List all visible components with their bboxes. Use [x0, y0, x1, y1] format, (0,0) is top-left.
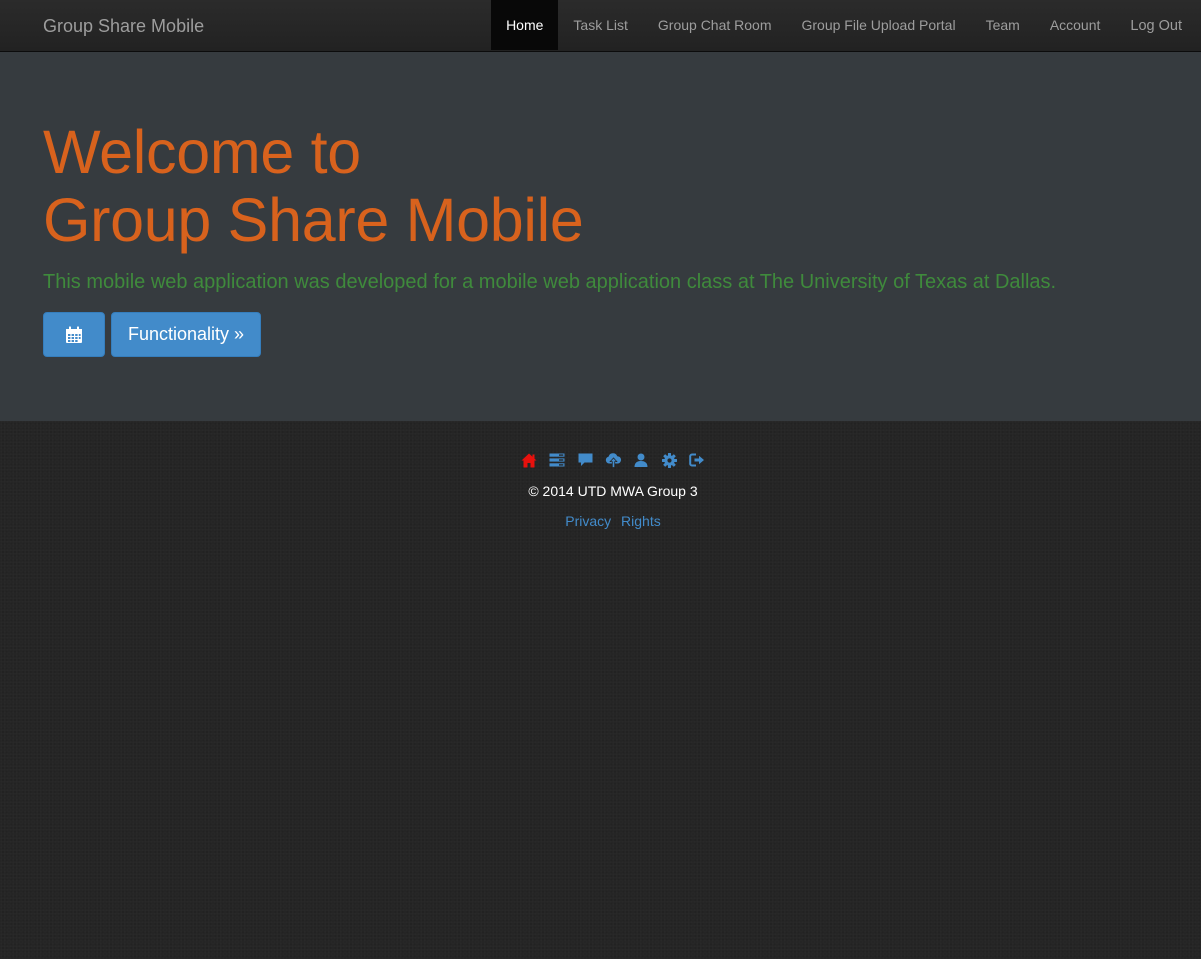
functionality-button[interactable]: Functionality » [111, 312, 261, 357]
cloud-upload-icon[interactable] [599, 450, 627, 470]
nav-link-home[interactable]: Home [491, 0, 559, 50]
footer-links: Privacy Rights [0, 512, 1201, 530]
calendar-button[interactable] [43, 312, 105, 357]
hero-lead: This mobile web application was develope… [43, 271, 1057, 293]
nav-link-logout[interactable]: Log Out [1115, 0, 1201, 50]
nav-item-logout: Log Out [1115, 0, 1201, 50]
hero-title-line2: Group Share Mobile [43, 186, 584, 254]
privacy-link[interactable]: Privacy [565, 513, 611, 529]
home-icon[interactable] [515, 450, 543, 470]
copyright-text: © 2014 UTD MWA Group 3 [528, 483, 698, 499]
calendar-icon [66, 326, 82, 343]
nav-link-task-list[interactable]: Task List [558, 0, 642, 50]
nav-item-account: Account [1035, 0, 1116, 50]
nav-menu: Home Task List Group Chat Room Group Fil… [491, 0, 1201, 50]
chat-icon[interactable] [571, 450, 599, 470]
jumbotron: Welcome to Group Share Mobile This mobil… [0, 52, 1201, 421]
nav-item-file-upload: Group File Upload Portal [787, 0, 971, 50]
user-icon[interactable] [627, 450, 655, 470]
nav-link-account[interactable]: Account [1035, 0, 1116, 50]
nav-link-team[interactable]: Team [971, 0, 1035, 50]
nav-item-group-chat-room: Group Chat Room [643, 0, 787, 50]
logout-icon[interactable] [683, 450, 711, 470]
gear-icon[interactable] [655, 450, 683, 470]
nav-link-group-chat-room[interactable]: Group Chat Room [643, 0, 787, 50]
navbar: Group Share Mobile Home Task List Group … [0, 0, 1201, 52]
hero-title-line1: Welcome to [43, 118, 361, 186]
nav-item-team: Team [971, 0, 1035, 50]
tasks-icon[interactable] [543, 450, 571, 470]
brand-link[interactable]: Group Share Mobile [43, 15, 204, 37]
nav-item-task-list: Task List [558, 0, 642, 50]
hero-title: Welcome to Group Share Mobile [43, 118, 584, 254]
nav-link-file-upload[interactable]: Group File Upload Portal [787, 0, 971, 50]
nav-item-home: Home [491, 0, 559, 50]
footer-icon-bar [0, 450, 1201, 470]
rights-link[interactable]: Rights [621, 513, 661, 529]
